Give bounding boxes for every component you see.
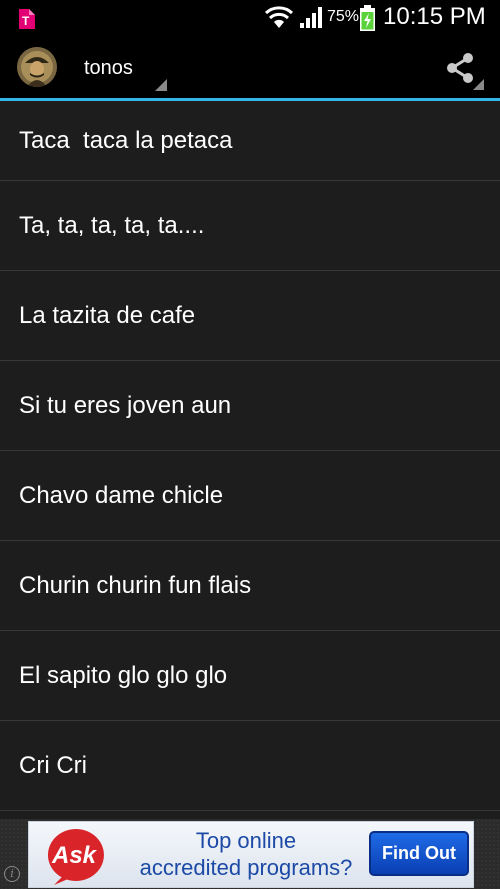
battery-charging-icon: [360, 5, 375, 31]
ad-headline: Top online accredited programs?: [121, 827, 371, 881]
title-spinner[interactable]: tonos: [68, 44, 170, 94]
list-item[interactable]: Taca taca la petaca: [0, 101, 500, 181]
list-item-label: Taca taca la petaca: [19, 126, 233, 154]
list-item-label: Chavo dame chicle: [19, 481, 224, 509]
battery-percent: 75%: [327, 8, 360, 25]
list-item[interactable]: Chavo dame chicle: [0, 451, 500, 541]
list-item[interactable]: Churin churin fun flais: [0, 541, 500, 631]
wifi-icon: [264, 6, 294, 28]
ad-bar: i Ask Top online accredited programs? Fi…: [0, 819, 500, 889]
ad-banner[interactable]: Ask Top online accredited programs? Find…: [28, 821, 474, 888]
list-item[interactable]: El sapito glo glo glo: [0, 631, 500, 721]
info-icon[interactable]: i: [4, 866, 20, 882]
app-screen: T 75% 10:15 PM tonos Taca taca la petaca…: [0, 0, 500, 889]
app-icon[interactable]: [17, 47, 57, 87]
list-item-label: Si tu eres joven aun: [19, 391, 232, 419]
status-bar: T 75% 10:15 PM: [0, 0, 500, 36]
ask-logo: Ask: [47, 829, 104, 885]
svg-text:T: T: [22, 14, 30, 28]
signal-bars-icon: [300, 7, 322, 28]
dropdown-corner-icon: [155, 79, 167, 91]
t-mobile-icon: T: [19, 9, 35, 29]
share-button[interactable]: [436, 46, 488, 92]
list-item[interactable]: Ta, ta, ta, ta, ta....: [0, 181, 500, 271]
overflow-corner-icon: [473, 79, 484, 90]
list-item-label: Ta, ta, ta, ta, ta....: [19, 211, 205, 239]
share-icon: [447, 53, 473, 83]
action-bar: tonos: [0, 36, 500, 98]
ringtone-list[interactable]: Taca taca la petaca Ta, ta, ta, ta, ta..…: [0, 101, 500, 819]
list-item-label: Churin churin fun flais: [19, 571, 252, 599]
list-item[interactable]: La tazita de cafe: [0, 271, 500, 361]
page-title: tonos: [84, 57, 133, 79]
ad-line-2: accredited programs?: [139, 855, 353, 880]
list-item-label: La tazita de cafe: [19, 301, 196, 329]
clock: 10:15 PM: [383, 3, 486, 30]
list-item-label: Cri Cri: [19, 751, 87, 779]
list-item[interactable]: Cri Cri: [0, 721, 500, 811]
find-out-button[interactable]: Find Out: [369, 831, 469, 876]
list-item-label: El sapito glo glo glo: [19, 661, 228, 689]
ask-logo-text: Ask: [51, 842, 98, 869]
ad-line-1: Top online: [195, 828, 297, 853]
list-item[interactable]: Si tu eres joven aun: [0, 361, 500, 451]
